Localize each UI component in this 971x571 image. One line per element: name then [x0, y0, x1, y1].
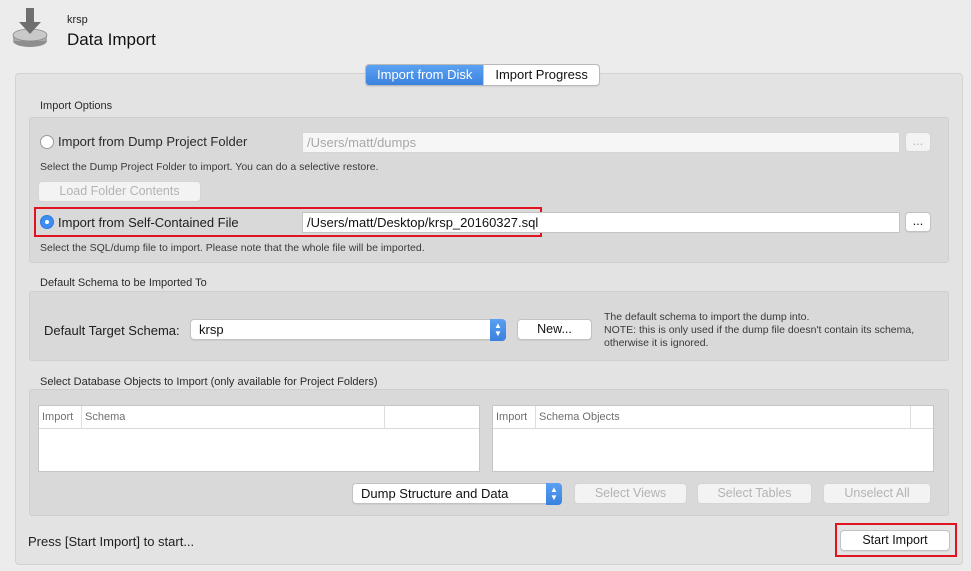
dump-folder-path-field[interactable]: /Users/matt/dumps: [302, 132, 900, 153]
radio-dump-folder[interactable]: [40, 135, 54, 149]
select-stepper-icon: ▲ ▼: [490, 319, 506, 341]
note-line-3: otherwise it is ignored.: [604, 337, 709, 349]
dump-mode-select[interactable]: Dump Structure and Data ▲ ▼: [352, 483, 562, 505]
col-import-header[interactable]: Import: [493, 406, 536, 428]
import-options-label: Import Options: [40, 100, 113, 112]
target-schema-value: krsp: [199, 322, 224, 337]
connection-name: krsp: [67, 14, 88, 26]
load-folder-contents-button[interactable]: Load Folder Contents: [38, 181, 201, 202]
self-contained-hint: Select the SQL/dump file to import. Plea…: [40, 242, 425, 254]
objects-section-label: Select Database Objects to Import (only …: [40, 376, 378, 388]
radio-self-contained[interactable]: [40, 215, 54, 229]
select-tables-button[interactable]: Select Tables: [697, 483, 812, 504]
dump-mode-value: Dump Structure and Data: [361, 486, 509, 501]
page-title: Data Import: [67, 30, 156, 49]
tab-bar: Import from Disk Import Progress: [365, 64, 600, 86]
default-schema-label: Default Schema to be Imported To: [40, 277, 207, 289]
select-stepper-icon: ▲ ▼: [546, 483, 562, 505]
schema-table[interactable]: Import Schema: [38, 405, 480, 472]
col-import-header[interactable]: Import: [39, 406, 82, 428]
new-schema-button[interactable]: New...: [517, 319, 592, 340]
dump-folder-hint: Select the Dump Project Folder to import…: [40, 161, 379, 173]
note-line-2: NOTE: this is only used if the dump file…: [604, 324, 915, 336]
tab-import-progress[interactable]: Import Progress: [483, 65, 598, 85]
table-header-divider: [39, 428, 479, 429]
target-schema-label: Default Target Schema:: [44, 323, 180, 338]
note-line-1: The default schema to import the dump in…: [604, 311, 810, 323]
schema-objects-table[interactable]: Import Schema Objects: [492, 405, 934, 472]
self-contained-label: Import from Self-Contained File: [58, 215, 239, 230]
col-schema-objects-header[interactable]: Schema Objects: [536, 406, 911, 428]
select-views-button[interactable]: Select Views: [574, 483, 687, 504]
tab-import-from-disk[interactable]: Import from Disk: [366, 65, 484, 85]
unselect-all-button[interactable]: Unselect All: [823, 483, 931, 504]
start-import-button[interactable]: Start Import: [840, 530, 950, 551]
dump-folder-browse-button[interactable]: ...: [905, 132, 931, 152]
import-icon: [10, 6, 50, 50]
self-contained-browse-button[interactable]: ...: [905, 212, 931, 232]
table-header-divider: [493, 428, 933, 429]
status-text: Press [Start Import] to start...: [28, 534, 195, 549]
dump-folder-label: Import from Dump Project Folder: [58, 134, 248, 149]
target-schema-select[interactable]: krsp ▲ ▼: [190, 319, 506, 341]
self-contained-path-field[interactable]: /Users/matt/Desktop/krsp_20160327.sql: [302, 212, 900, 233]
default-schema-note: The default schema to import the dump in…: [604, 311, 914, 350]
col-schema-header[interactable]: Schema: [82, 406, 385, 428]
